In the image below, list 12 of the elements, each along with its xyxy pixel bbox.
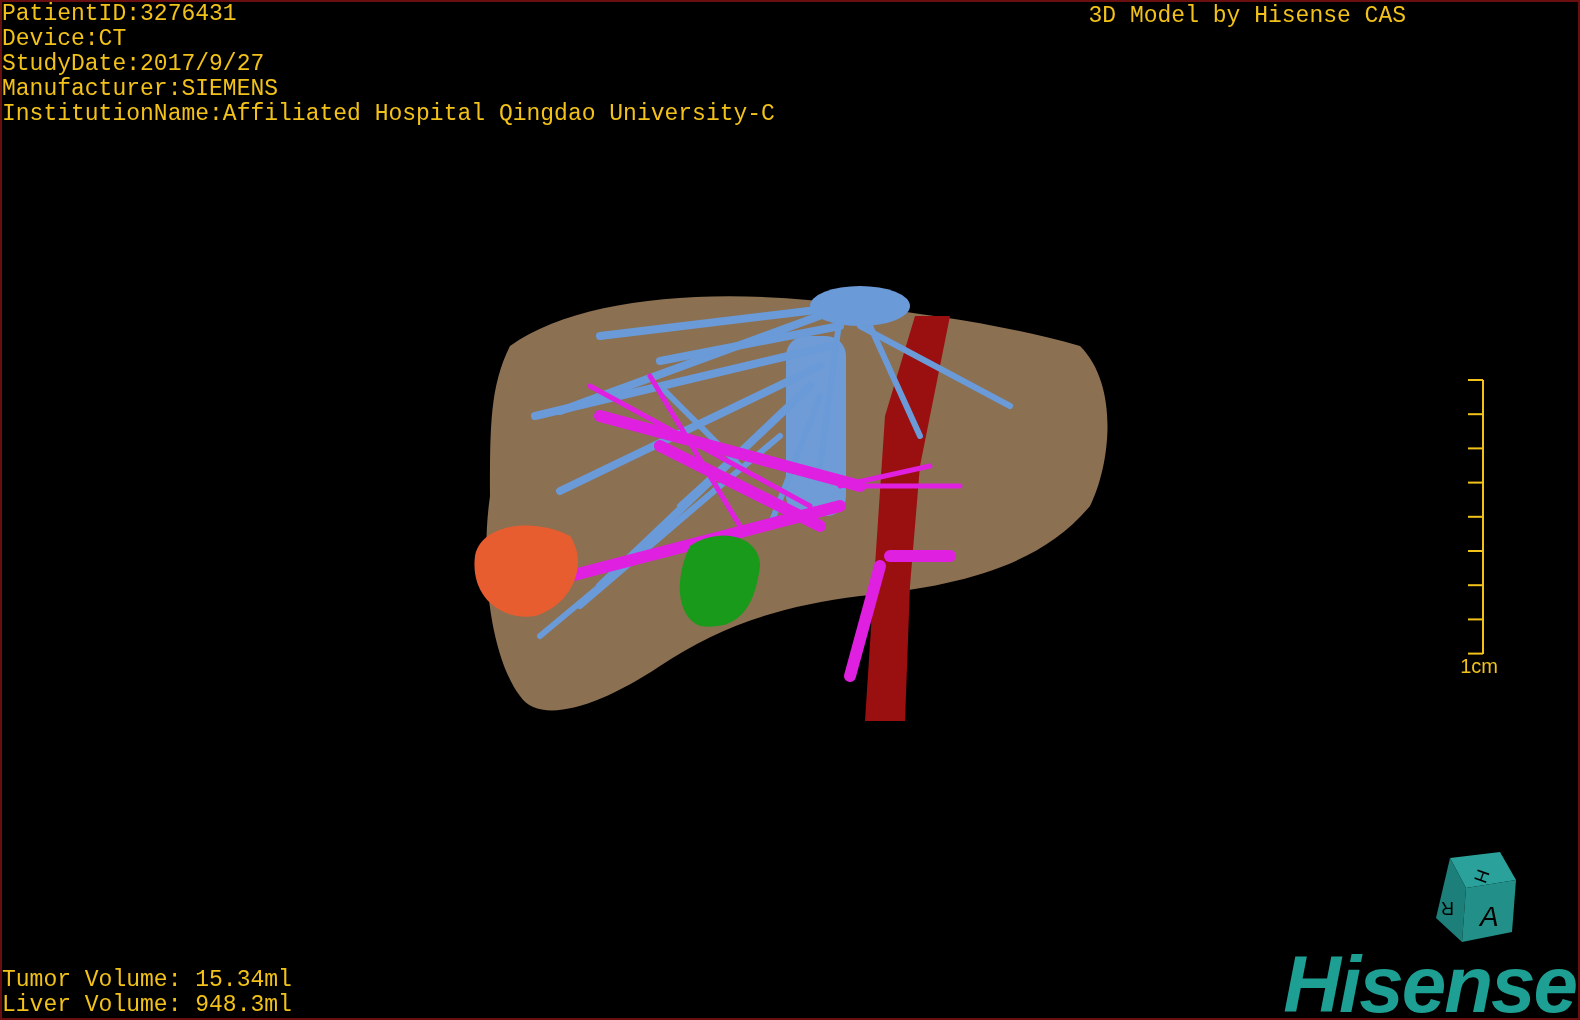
- study-info-text: PatientID:3276431: [2, 2, 238, 27]
- scale-bar-label: 1cm: [1460, 655, 1498, 678]
- volume-text: Tumor Volume: 15.34ml: [2, 968, 292, 993]
- viewer-title: 3D Model by Hisense CAS: [1088, 4, 1406, 29]
- study-info-text: Device:CT: [2, 27, 128, 52]
- study-info-text: InstitutionName:Affiliated Hospital Qingdao University-C: [2, 102, 775, 127]
- volume-text: Liver Volume: 948.3ml: [2, 993, 292, 1018]
- scale-bar-icon: [1466, 379, 1487, 655]
- orientation-cube-drawing: H R A: [1422, 850, 1518, 946]
- study-info-text: StudyDate:2017/9/27: [2, 52, 266, 77]
- study-info-text: Manufacturer:SIEMENS: [2, 77, 280, 102]
- logo: Hisense: [1283, 952, 1576, 1018]
